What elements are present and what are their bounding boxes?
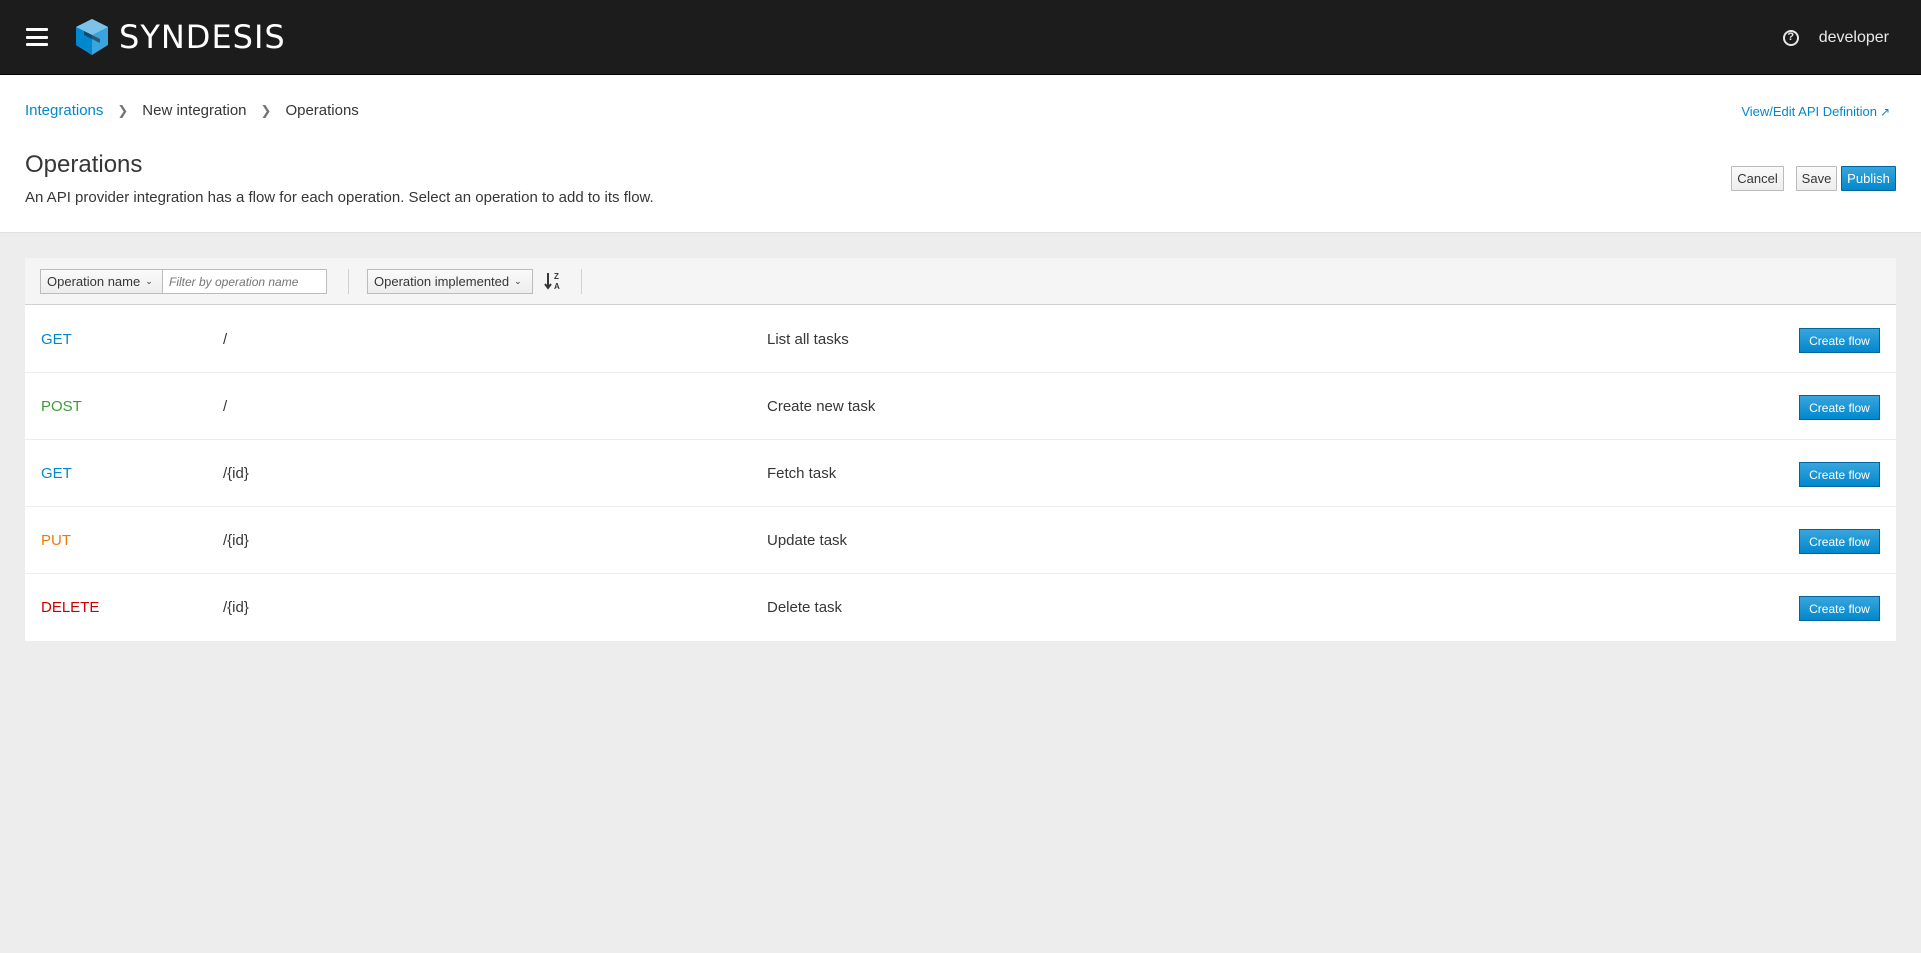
operations-panel: Operation name ⌄ Operation implemented ⌄… xyxy=(25,258,1896,641)
publish-button[interactable]: Publish xyxy=(1841,166,1896,191)
page-description: An API provider integration has a flow f… xyxy=(25,189,654,206)
svg-text:A: A xyxy=(554,282,560,291)
create-flow-button[interactable]: Create flow xyxy=(1799,596,1880,621)
sort-alpha-desc-icon[interactable]: Z A xyxy=(544,271,562,291)
sort-field-label: Operation implemented xyxy=(374,274,510,289)
operation-description: Fetch task xyxy=(767,465,837,482)
operation-path: /{id} xyxy=(223,465,249,482)
operation-row: GET / List all tasks Create flow xyxy=(25,306,1896,373)
chevron-down-icon: ⌄ xyxy=(145,276,153,286)
operation-description: Create new task xyxy=(767,398,876,415)
operation-method: PUT xyxy=(41,532,71,549)
operation-row: GET /{id} Fetch task Create flow xyxy=(25,440,1896,507)
filter-input[interactable] xyxy=(162,269,327,294)
operation-description: List all tasks xyxy=(767,331,849,348)
breadcrumb-operations: Operations xyxy=(285,102,359,119)
filter-field-dropdown[interactable]: Operation name ⌄ xyxy=(40,269,163,294)
page-title: Operations xyxy=(25,151,143,178)
filter-field-label: Operation name xyxy=(47,274,141,289)
brand-logo[interactable]: SYNDESIS xyxy=(73,17,286,57)
brand-name: SYNDESIS xyxy=(119,18,286,56)
cancel-button[interactable]: Cancel xyxy=(1731,166,1784,191)
help-icon[interactable]: ? xyxy=(1782,29,1799,46)
operation-method: DELETE xyxy=(41,599,100,616)
operation-row: DELETE /{id} Delete task Create flow xyxy=(25,574,1896,641)
breadcrumb-integrations[interactable]: Integrations xyxy=(25,102,103,119)
operation-method: POST xyxy=(41,398,82,415)
sort-field-dropdown[interactable]: Operation implemented ⌄ xyxy=(367,269,533,294)
navbar-right: ? developer xyxy=(1782,0,1889,75)
operation-method: GET xyxy=(41,331,72,348)
api-link-label: View/Edit API Definition xyxy=(1741,104,1877,119)
filter-toolbar: Operation name ⌄ Operation implemented ⌄… xyxy=(25,258,1896,305)
breadcrumb: Integrations ❯ New integration ❯ Operati… xyxy=(25,102,359,119)
operation-method: GET xyxy=(41,465,72,482)
top-navbar: SYNDESIS ? developer xyxy=(0,0,1921,75)
create-flow-button[interactable]: Create flow xyxy=(1799,328,1880,353)
hamburger-menu-icon[interactable] xyxy=(26,28,48,46)
operation-path: /{id} xyxy=(223,532,249,549)
create-flow-button[interactable]: Create flow xyxy=(1799,462,1880,487)
operation-path: /{id} xyxy=(223,599,249,616)
create-flow-button[interactable]: Create flow xyxy=(1799,395,1880,420)
svg-text:Z: Z xyxy=(554,272,559,281)
toolbar-divider xyxy=(581,269,582,294)
external-link-icon: ↗ xyxy=(1879,104,1890,119)
save-button[interactable]: Save xyxy=(1796,166,1837,191)
operation-row: PUT /{id} Update task Create flow xyxy=(25,507,1896,574)
operation-path: / xyxy=(223,331,228,348)
chevron-down-icon: ⌄ xyxy=(514,276,522,286)
operation-description: Update task xyxy=(767,532,848,549)
view-edit-api-definition-link[interactable]: View/Edit API Definition ↗ xyxy=(1741,104,1890,119)
create-flow-button[interactable]: Create flow xyxy=(1799,529,1880,554)
chevron-right-icon: ❯ xyxy=(260,102,272,118)
toolbar-divider xyxy=(348,269,349,294)
user-menu[interactable]: developer xyxy=(1819,29,1889,47)
breadcrumb-new-integration[interactable]: New integration xyxy=(142,102,246,119)
chevron-right-icon: ❯ xyxy=(117,102,129,118)
operation-description: Delete task xyxy=(767,599,843,616)
syndesis-logo-icon xyxy=(76,19,108,55)
operation-row: POST / Create new task Create flow xyxy=(25,373,1896,440)
page-header: Integrations ❯ New integration ❯ Operati… xyxy=(0,75,1921,233)
operation-path: / xyxy=(223,398,228,415)
